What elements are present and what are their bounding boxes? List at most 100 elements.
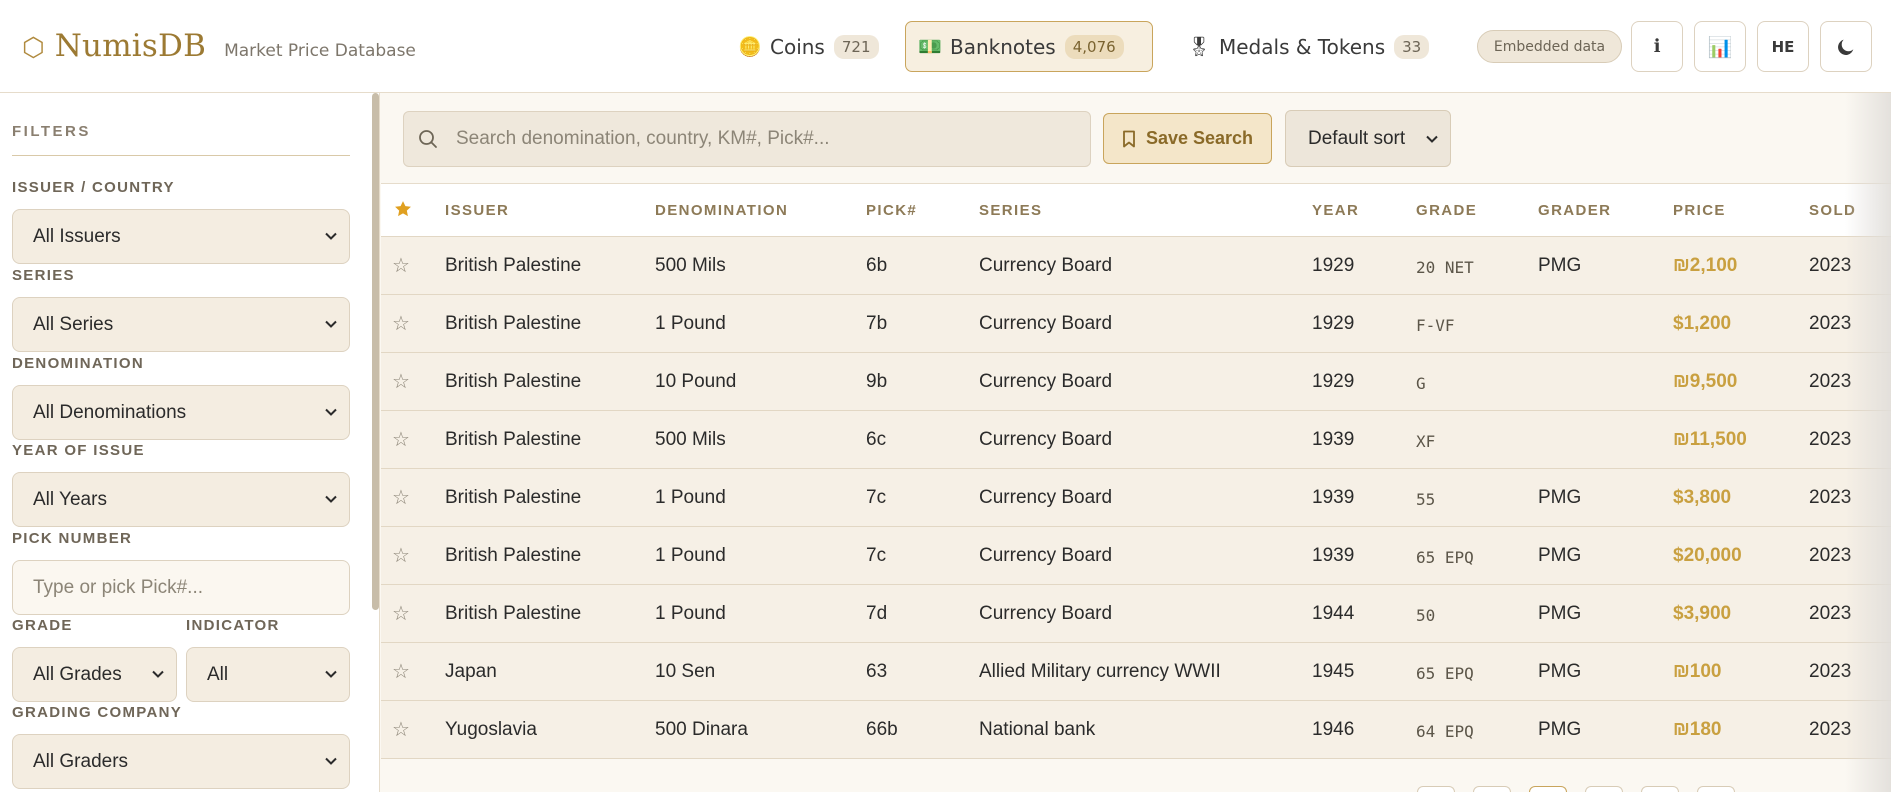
- cell-series: Currency Board: [979, 371, 1113, 392]
- sort-select[interactable]: Default sort: [1285, 110, 1451, 167]
- cell-grader: PMG: [1538, 255, 1582, 276]
- filters-sidebar: FILTERS ISSUER / COUNTRY All Issuers SER…: [0, 93, 380, 792]
- info-button[interactable]: ℹ: [1631, 21, 1683, 72]
- chevron-down-icon: [325, 408, 337, 416]
- embedded-data-badge[interactable]: Embedded data: [1477, 30, 1622, 63]
- cell-pick: 6b: [866, 255, 888, 276]
- grading-company-select[interactable]: All Graders: [12, 734, 350, 789]
- tab-medals-tokens[interactable]: 🎖 Medals & Tokens 33: [1174, 21, 1448, 72]
- tab-banknotes[interactable]: 💵 Banknotes 4,076: [905, 21, 1153, 72]
- tab-count: 721: [833, 34, 879, 59]
- star-outline-icon[interactable]: ☆: [392, 659, 410, 684]
- star-outline-icon[interactable]: ☆: [392, 485, 410, 510]
- cell-pick: 7c: [866, 545, 887, 566]
- tab-label: Banknotes: [950, 34, 1056, 59]
- pagination-button[interactable]: [1473, 786, 1511, 792]
- bookmark-icon: [1123, 130, 1135, 147]
- column-header-price[interactable]: PRICE: [1673, 202, 1726, 219]
- pagination-button[interactable]: [1417, 786, 1455, 792]
- column-header-series[interactable]: SERIES: [979, 202, 1042, 219]
- cell-year: 1945: [1312, 661, 1355, 682]
- table-row[interactable]: ☆ Yugoslavia 500 Dinara 66b National bank 194…: [381, 701, 1891, 759]
- table-header: ISSUER DENOMINATION PICK# SERIES YEAR GR…: [381, 184, 1891, 237]
- star-outline-icon[interactable]: ☆: [392, 369, 410, 394]
- tab-count: 4,076: [1064, 34, 1124, 59]
- language-button[interactable]: HE: [1757, 21, 1809, 72]
- column-header-pick[interactable]: PICK#: [866, 202, 917, 219]
- star-outline-icon[interactable]: ☆: [392, 717, 410, 742]
- cell-grade: 65 EPQ: [1416, 548, 1474, 567]
- cell-year: 1939: [1312, 429, 1355, 450]
- cell-pick: 66b: [866, 719, 898, 740]
- table-row[interactable]: ☆ British Palestine 1 Pound 7c Currency Boar…: [381, 469, 1891, 527]
- table-row[interactable]: ☆ British Palestine 1 Pound 7d Currency Boar…: [381, 585, 1891, 643]
- year-select-value: All Years: [33, 488, 107, 510]
- cell-pick: 63: [866, 661, 888, 682]
- theme-toggle-button[interactable]: [1820, 21, 1872, 72]
- save-search-button[interactable]: Save Search: [1103, 113, 1272, 164]
- column-header-grader[interactable]: GRADER: [1538, 202, 1611, 219]
- chevron-down-icon: [325, 320, 337, 328]
- issuer-select[interactable]: All Issuers: [12, 209, 350, 264]
- table-row[interactable]: ☆ British Palestine 10 Pound 9b Currency Boa…: [381, 353, 1891, 411]
- indicator-select[interactable]: All: [186, 647, 350, 702]
- cell-price: $20,000: [1673, 545, 1742, 566]
- tab-label: Coins: [770, 34, 825, 59]
- table-row[interactable]: ☆ British Palestine 1 Pound 7b Currency Boar…: [381, 295, 1891, 353]
- issuer-select-value: All Issuers: [33, 225, 121, 247]
- cell-year: 1939: [1312, 487, 1355, 508]
- star-outline-icon[interactable]: ☆: [392, 601, 410, 626]
- cell-grade: 65 EPQ: [1416, 664, 1474, 683]
- pagination-button[interactable]: [1529, 786, 1567, 792]
- star-outline-icon[interactable]: ☆: [392, 543, 410, 568]
- pick-number-placeholder: Type or pick Pick#...: [33, 576, 204, 598]
- sidebar-scrollbar[interactable]: [372, 93, 379, 610]
- denomination-select-value: All Denominations: [33, 401, 187, 423]
- cell-year: 1944: [1312, 603, 1355, 624]
- search-input[interactable]: Search denomination, country, KM#, Pick#…: [403, 111, 1091, 167]
- denomination-select[interactable]: All Denominations: [12, 385, 350, 440]
- brand[interactable]: ⬡ NumisDB Market Price Database: [22, 28, 416, 64]
- grade-select-value: All Grades: [33, 663, 122, 685]
- cell-pick: 7d: [866, 603, 888, 624]
- star-outline-icon[interactable]: ☆: [392, 427, 410, 452]
- cell-denomination: 500 Mils: [655, 255, 726, 276]
- language-label: HE: [1771, 37, 1795, 56]
- pagination-button[interactable]: [1697, 786, 1735, 792]
- cell-year: 1939: [1312, 545, 1355, 566]
- cell-grader: PMG: [1538, 545, 1582, 566]
- grade-select[interactable]: All Grades: [12, 647, 177, 702]
- cell-denomination: 1 Pound: [655, 313, 726, 334]
- hexagon-icon: ⬡: [22, 33, 45, 63]
- column-header-denomination[interactable]: DENOMINATION: [655, 202, 788, 219]
- tab-coins[interactable]: 🪙 Coins 721: [725, 21, 898, 72]
- star-outline-icon[interactable]: ☆: [392, 253, 410, 278]
- stats-button[interactable]: 📊: [1694, 21, 1746, 72]
- results-panel: Search denomination, country, KM#, Pick#…: [381, 93, 1891, 792]
- cell-grader: PMG: [1538, 661, 1582, 682]
- table-row[interactable]: ☆ Japan 10 Sen 63 Allied Military currency W…: [381, 643, 1891, 701]
- chevron-down-icon: [325, 495, 337, 503]
- column-header-grade[interactable]: GRADE: [1416, 202, 1477, 219]
- column-header-issuer[interactable]: ISSUER: [445, 202, 509, 219]
- cell-denomination: 1 Pound: [655, 603, 726, 624]
- pagination-button[interactable]: [1641, 786, 1679, 792]
- star-filled-icon[interactable]: [393, 199, 413, 219]
- filters-title: FILTERS: [12, 123, 91, 140]
- cell-series: Currency Board: [979, 255, 1113, 276]
- chevron-down-icon: [152, 670, 164, 678]
- cell-pick: 9b: [866, 371, 888, 392]
- year-select[interactable]: All Years: [12, 472, 350, 527]
- table-row[interactable]: ☆ British Palestine 500 Mils 6c Currency Boa…: [381, 411, 1891, 469]
- table-row[interactable]: ☆ British Palestine 500 Mils 6b Currency Boa…: [381, 237, 1891, 295]
- series-select[interactable]: All Series: [12, 297, 350, 352]
- star-outline-icon[interactable]: ☆: [392, 311, 410, 336]
- cell-grade: 20 NET: [1416, 258, 1474, 277]
- column-header-year[interactable]: YEAR: [1312, 202, 1359, 219]
- table-row[interactable]: ☆ British Palestine 1 Pound 7c Currency Boar…: [381, 527, 1891, 585]
- pagination-button[interactable]: [1585, 786, 1623, 792]
- pick-number-input[interactable]: Type or pick Pick#...: [12, 560, 350, 615]
- issuer-label: ISSUER / COUNTRY: [12, 179, 175, 196]
- grading-company-label: GRADING COMPANY: [12, 704, 183, 721]
- cell-issuer: British Palestine: [445, 371, 582, 392]
